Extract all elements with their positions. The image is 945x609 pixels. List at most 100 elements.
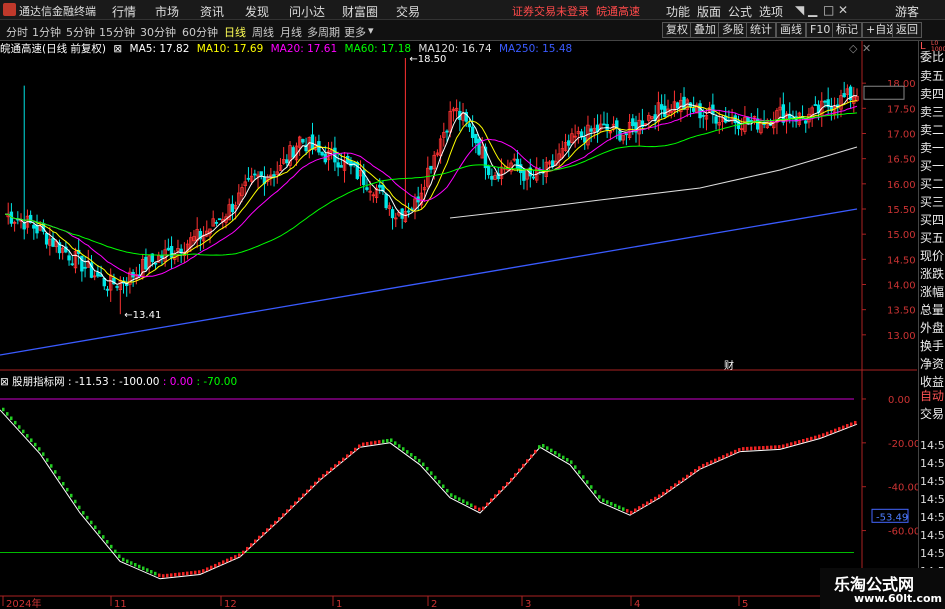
signal-up [186, 571, 189, 576]
signal-up [162, 574, 165, 578]
price-tick-label: 14.50 [887, 255, 916, 266]
signal-down [46, 458, 49, 462]
signal-up [222, 560, 225, 564]
signal-up [302, 493, 305, 498]
price-tick-label: 13.50 [887, 306, 916, 317]
candle-down [406, 210, 411, 213]
signal-up [502, 486, 505, 490]
candle-down [602, 123, 606, 126]
candle-down [445, 130, 449, 133]
signal-down [398, 444, 401, 448]
signal-up [294, 501, 297, 505]
signal-up [670, 486, 673, 490]
candle-down [285, 159, 289, 164]
candle-down [691, 108, 696, 112]
side-item-net-asset: 净资 [920, 357, 945, 371]
signal-up [366, 441, 369, 446]
signal-down [402, 447, 405, 451]
indicator-header: ⊠ 股朋指标网 : -11.53 : -100.00 : 0.00 : -70.… [0, 374, 237, 388]
candle-down [804, 120, 808, 124]
candle-down [301, 139, 305, 143]
candle-down [96, 272, 100, 277]
candle-down [51, 237, 55, 247]
signal-up [290, 505, 293, 509]
signal-down [6, 412, 9, 416]
date-tick-label: 11 [114, 599, 127, 609]
signal-up [630, 510, 633, 515]
finance-marker: 财 [724, 359, 734, 372]
signal-down [386, 439, 389, 443]
candle-down [166, 247, 171, 251]
diamond-icon[interactable]: ◇ [849, 42, 857, 55]
date-tick-label: 3 [525, 599, 531, 609]
candle-down [217, 218, 222, 221]
signal-down [34, 442, 37, 447]
side-item-sell2: 卖二 [920, 123, 945, 137]
close-icon[interactable]: ✕ [862, 42, 871, 55]
ma-toggle-icon[interactable]: ⊠ [113, 43, 122, 55]
signal-down [426, 466, 429, 471]
signal-up [282, 513, 285, 517]
signal-up [718, 456, 721, 461]
signal-down [130, 561, 133, 565]
candle-down [698, 103, 702, 119]
signal-down [614, 503, 617, 508]
candle-down [246, 177, 251, 180]
signal-up [822, 433, 825, 437]
signal-up [846, 424, 849, 428]
signal-down [382, 439, 385, 444]
indicator-value-3: : 0.00 [162, 376, 194, 388]
signal-down [458, 497, 461, 501]
signal-up [734, 449, 737, 454]
signal-up [178, 572, 181, 576]
signal-up [158, 573, 161, 578]
candle-down [70, 263, 74, 266]
signal-up [674, 483, 677, 487]
signal-up [774, 445, 777, 449]
signal-down [578, 470, 581, 474]
indicator-value-label: -53.49 [876, 512, 908, 523]
side-item-trade[interactable]: 交易 [920, 405, 944, 422]
signal-up [790, 442, 793, 446]
date-tick-label: 5 [742, 599, 748, 609]
signal-up [310, 485, 313, 490]
side-item-buy3: 买三 [920, 195, 945, 209]
ind-tick-label: -20.00 [888, 439, 920, 450]
signal-up [826, 431, 829, 436]
main-chart-header: 皖通高速(日线 前复权) ⊠ MA5: 17.82 MA10: 17.69 MA… [0, 41, 576, 57]
side-item-auto[interactable]: 自动 [920, 387, 944, 404]
signal-up [166, 573, 169, 578]
signal-down [18, 425, 21, 429]
signal-down [582, 475, 585, 479]
signal-up [742, 447, 745, 451]
candle-down [477, 138, 481, 155]
signal-up [762, 446, 765, 450]
signal-up [194, 570, 197, 575]
signal-up [666, 489, 669, 493]
ma10-label: MA10: 17.69 [196, 43, 264, 55]
indicator-toggle-icon[interactable]: ⊠ [0, 376, 9, 388]
signal-up [358, 444, 361, 448]
signal-up [522, 463, 525, 468]
date-tick-label: 2 [431, 599, 437, 609]
signal-up [218, 562, 221, 566]
candle-down [551, 160, 555, 167]
signal-down [30, 438, 33, 442]
kline-chart[interactable]: 18.0017.5017.0016.5016.0015.5015.0014.50… [0, 0, 945, 609]
signal-down [434, 475, 437, 480]
signal-down [54, 470, 57, 474]
side-item-sell5: 卖五 [920, 69, 945, 83]
side-item-t5: 14:56 [920, 511, 945, 524]
signal-down [438, 480, 441, 484]
current-price-box [863, 85, 905, 100]
candle-down [253, 173, 257, 176]
candle-down [32, 224, 36, 229]
signal-up [766, 445, 769, 450]
candle-down [320, 151, 324, 156]
signal-up [814, 435, 817, 440]
signal-up [638, 506, 641, 510]
indicator-name: 股朋指标网 [12, 376, 65, 388]
signal-up [306, 489, 309, 494]
signal-down [442, 484, 445, 489]
signal-up [694, 469, 697, 473]
